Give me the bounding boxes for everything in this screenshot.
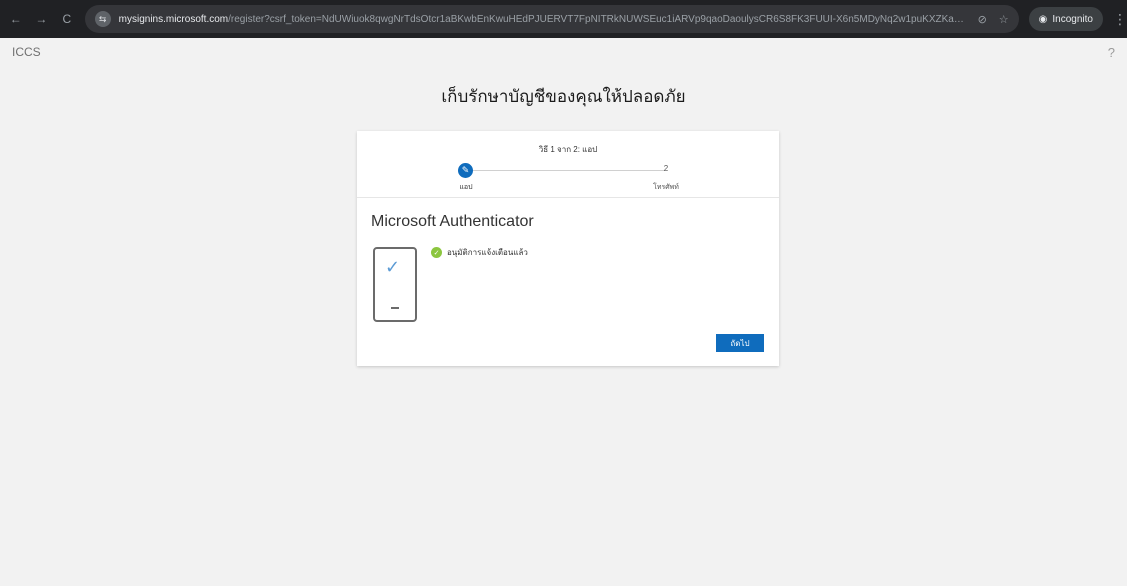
incognito-icon: ◉: [1038, 13, 1048, 25]
back-icon[interactable]: ←: [6, 9, 26, 29]
url-path: /register?csrf_token=NdUWiuok8qwgNrTdsOt…: [228, 13, 967, 25]
phone-check-icon: ✓: [385, 257, 401, 277]
reload-icon[interactable]: C: [57, 9, 77, 29]
status-text: อนุมัติการแจ้งเตือนแล้ว: [447, 248, 528, 257]
phone-illustration-icon: ✓: [373, 247, 417, 322]
step-counter: วิธี 1 จาก 2: แอป: [538, 145, 598, 154]
step-2-number: 2: [663, 164, 669, 173]
success-check-icon: ✓: [431, 247, 442, 258]
step-1-label: แอป: [459, 184, 473, 191]
site-info-icon[interactable]: ⇆: [94, 11, 111, 27]
incognito-label: Incognito: [1052, 13, 1093, 25]
step-1-pencil-icon: ✎: [458, 163, 473, 178]
address-bar-icons: ⊘ ☆: [978, 13, 1009, 26]
progress-line: [469, 170, 665, 171]
incognito-badge[interactable]: ◉ Incognito: [1028, 7, 1103, 31]
help-icon[interactable]: ?: [1108, 45, 1115, 60]
url-text: mysignins.microsoft.com/register?csrf_to…: [119, 14, 968, 25]
next-button[interactable]: ถัดไป: [716, 334, 764, 352]
forward-icon[interactable]: →: [32, 9, 52, 29]
url-host: mysignins.microsoft.com: [118, 13, 229, 25]
app-header: ICCS ?: [0, 38, 1127, 66]
browser-toolbar: ← → C ⇆ mysignins.microsoft.com/register…: [0, 0, 1127, 38]
phone-home-button: [391, 307, 399, 309]
organization-name: ICCS: [12, 45, 41, 59]
method-title: Microsoft Authenticator: [371, 213, 534, 230]
browser-menu-icon[interactable]: ⋮: [1113, 11, 1127, 28]
page-title: เก็บรักษาบัญชีของคุณให้ปลอดภัย: [441, 87, 686, 106]
bookmark-star-icon[interactable]: ☆: [999, 13, 1009, 26]
approval-status: ✓ อนุมัติการแจ้งเตือนแล้ว: [431, 246, 528, 259]
address-bar[interactable]: ⇆ mysignins.microsoft.com/register?csrf_…: [84, 5, 1019, 33]
step-2-label: โทรศัพท์: [653, 184, 679, 191]
wizard-progress: วิธี 1 จาก 2: แอป ✎ แอป 2 โทรศัพท์: [357, 131, 779, 198]
tracking-protection-icon[interactable]: ⊘: [978, 13, 987, 26]
setup-card: วิธี 1 จาก 2: แอป ✎ แอป 2 โทรศัพท์ Micro…: [357, 131, 779, 366]
